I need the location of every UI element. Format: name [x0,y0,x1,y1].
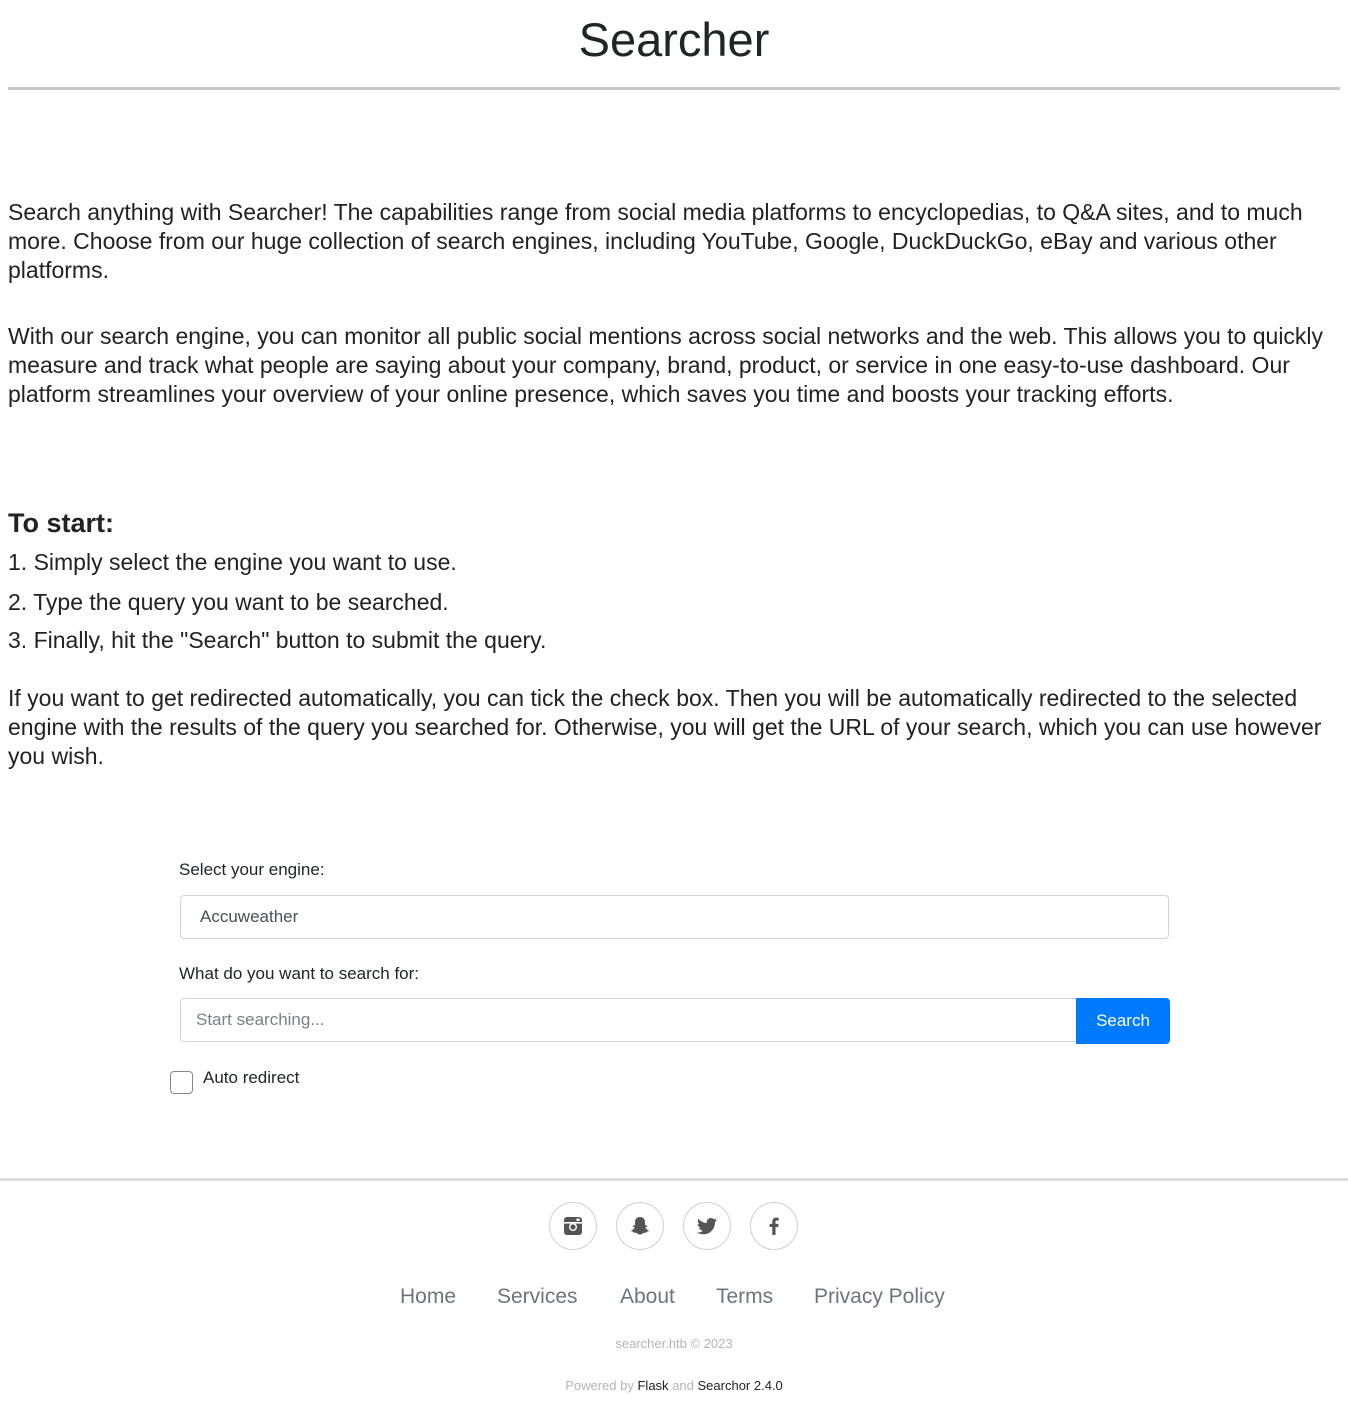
snapchat-icon [631,1217,649,1235]
copyright: searcher.htb © 2023 [615,1336,733,1351]
intro-paragraph-2: With our search engine, you can monitor … [8,323,1324,407]
auto-redirect-checkbox[interactable] [170,1071,193,1094]
instagram-link[interactable] [549,1202,597,1250]
query-label: What do you want to search for: [179,964,420,983]
footer-link-about[interactable]: About [620,1284,675,1310]
header-divider [8,87,1340,90]
instruction-step-3: 3. Finally, hit the "Search" button to s… [8,627,547,653]
footer-divider [0,1178,1348,1181]
engine-label: Select your engine: [179,860,325,879]
instruction-step-2: 2. Type the query you want to be searche… [8,589,449,615]
footer-link-privacy-policy[interactable]: Privacy Policy [814,1284,945,1310]
instruction-step-1: 1. Simply select the engine you want to … [8,549,457,575]
engine-select-value: Accuweather [200,907,299,926]
twitter-link[interactable] [683,1202,731,1250]
footer-link-home[interactable]: Home [400,1284,456,1310]
auto-redirect-label[interactable]: Auto redirect [203,1067,299,1089]
powered-and: and [672,1378,694,1393]
powered-searchor-link[interactable]: Searchor 2.4.0 [698,1378,783,1393]
facebook-link[interactable] [750,1202,798,1250]
instagram-icon [564,1217,582,1235]
intro-paragraph-1: Search anything with Searcher! The capab… [8,199,1303,283]
engine-select[interactable]: Accuweather [180,895,1169,939]
twitter-icon [697,1218,717,1235]
powered-flask-link[interactable]: Flask [637,1378,668,1393]
powered-by: Powered by Flask and Searchor 2.4.0 [0,1378,1348,1393]
facebook-icon [769,1217,779,1235]
query-input[interactable] [180,998,1077,1042]
footer-link-terms[interactable]: Terms [716,1284,773,1310]
powered-prefix: Powered by [565,1378,634,1393]
instructions-heading: To start: [8,508,114,538]
footer-link-services[interactable]: Services [497,1284,578,1310]
page-title: Searcher [578,13,770,66]
redirect-note: If you want to get redirected automatica… [8,685,1322,769]
search-button[interactable]: Search [1076,998,1170,1044]
snapchat-link[interactable] [616,1202,664,1250]
